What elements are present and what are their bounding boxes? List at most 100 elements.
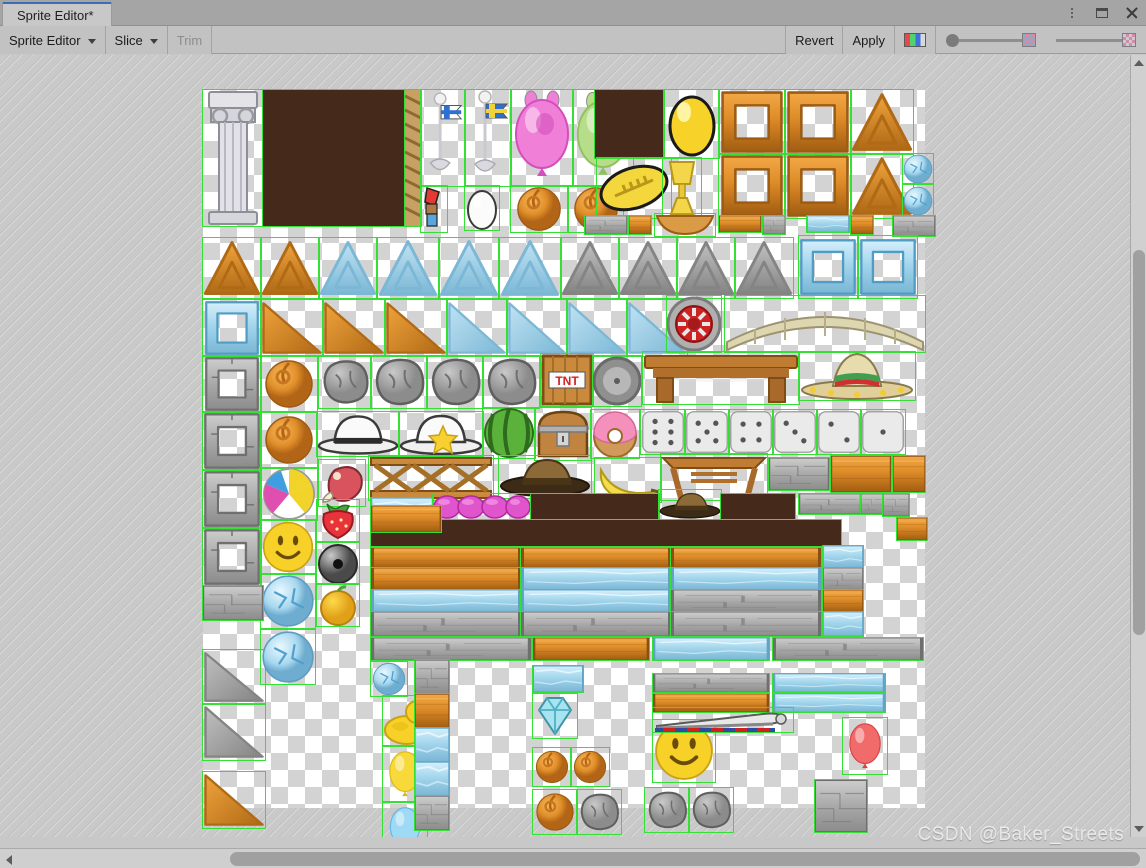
egg-gold-sprite[interactable]	[664, 89, 720, 159]
watermelon-sprite[interactable]	[482, 407, 536, 459]
ice-block-1[interactable]	[414, 727, 450, 763]
tnt-crate-sprite[interactable]: TNT	[540, 353, 594, 407]
bomb-sprite[interactable]	[316, 541, 360, 585]
stone-frame-3[interactable]	[202, 469, 262, 529]
stone-slope-2[interactable]	[202, 703, 266, 761]
hat-white-2[interactable]	[398, 411, 484, 457]
strawberry-sprite[interactable]	[316, 499, 360, 543]
ice-ball-2[interactable]	[902, 183, 934, 219]
wood-plank-2[interactable]	[892, 455, 926, 493]
trophy-sprite[interactable]	[662, 157, 702, 219]
dice-5-sprite[interactable]	[684, 409, 730, 455]
egg-white-sprite[interactable]	[464, 185, 500, 231]
stone-triangle-1[interactable]	[560, 237, 620, 299]
rock-4[interactable]	[482, 355, 540, 409]
pumpkin-sprite-1[interactable]	[510, 185, 568, 233]
wood-triangle-4[interactable]	[260, 237, 320, 299]
rope-sprite[interactable]	[404, 89, 422, 227]
rock-6[interactable]	[688, 787, 734, 833]
brown-block-large[interactable]	[262, 89, 406, 227]
stone-plank-5[interactable]	[202, 585, 264, 621]
donut-sprite[interactable]	[590, 409, 640, 459]
hat-brown-2[interactable]	[658, 489, 722, 521]
caterpillar-sprite[interactable]	[432, 493, 532, 521]
wood-plank-tiny-2[interactable]	[718, 215, 762, 233]
close-icon[interactable]	[1124, 5, 1140, 21]
wood-beam-1[interactable]	[370, 547, 522, 569]
alpha-slider-track[interactable]	[959, 38, 1022, 42]
wood-plank-4[interactable]	[822, 589, 864, 613]
slice-dropdown[interactable]: Slice	[105, 26, 168, 54]
ice-frame-1[interactable]	[798, 235, 858, 299]
ice-triangle-2[interactable]	[376, 237, 440, 299]
wood-bowl-sprite[interactable]	[654, 213, 716, 237]
stone-beam-4[interactable]	[670, 611, 822, 637]
alpha-slider-knob[interactable]	[946, 33, 959, 47]
ice-frame-3[interactable]	[202, 299, 262, 357]
stone-plank-2[interactable]	[798, 493, 862, 515]
stone-plank-6[interactable]	[822, 567, 864, 591]
wood-frame-1[interactable]	[718, 89, 786, 155]
vertical-scrollbar[interactable]	[1130, 55, 1146, 837]
beachball-sprite[interactable]	[260, 467, 318, 521]
pillar-sprite[interactable]	[202, 89, 264, 227]
stone-block-2[interactable]	[414, 795, 450, 831]
ice-plank-5[interactable]	[532, 665, 584, 693]
ice-beam-3[interactable]	[370, 589, 522, 613]
wood-block-2[interactable]	[532, 789, 578, 835]
zoom-slider-track[interactable]	[1056, 38, 1122, 42]
ice-plank-4[interactable]	[822, 611, 864, 637]
flag-yellow-sprite[interactable]	[464, 89, 512, 187]
horizontal-scrollbar-thumb[interactable]	[230, 852, 1140, 866]
stone-frame-1[interactable]	[202, 355, 262, 413]
pumpkin-sprite-3[interactable]	[532, 747, 572, 787]
wood-slope-1[interactable]	[260, 299, 324, 357]
wood-plank-tiny-3[interactable]	[850, 215, 874, 235]
ice-slope-3[interactable]	[566, 299, 628, 357]
sprite-editor-dropdown[interactable]: Sprite Editor	[0, 26, 106, 54]
stone-triangle-4[interactable]	[734, 237, 794, 299]
stone-slope-1[interactable]	[202, 649, 266, 705]
stone-plank-4[interactable]	[882, 493, 910, 517]
horizontal-scrollbar[interactable]	[0, 848, 1146, 868]
wood-frame-3[interactable]	[718, 153, 786, 219]
barrel-wood-2[interactable]	[260, 411, 318, 469]
wood-slope-4[interactable]	[202, 771, 266, 829]
wood-triangle-3[interactable]	[202, 237, 262, 299]
wood-slope-2[interactable]	[322, 299, 386, 357]
stone-frame-4[interactable]	[202, 527, 262, 587]
tab-sprite-editor[interactable]: Sprite Editor*	[2, 2, 112, 26]
stone-beam-7[interactable]	[652, 673, 770, 693]
hat-white-1[interactable]	[316, 411, 400, 457]
balloon-red-sprite[interactable]	[842, 717, 888, 775]
brown-beam-1[interactable]	[530, 493, 660, 521]
dice-2-sprite[interactable]	[816, 409, 862, 455]
rock-1[interactable]	[318, 355, 372, 409]
bat-sprite[interactable]	[652, 707, 794, 733]
ice-beam-5[interactable]	[652, 637, 770, 661]
stone-plank-1[interactable]	[768, 457, 830, 491]
ice-block-2[interactable]	[414, 761, 450, 797]
dice-6-sprite[interactable]	[640, 409, 686, 455]
wood-beam-4[interactable]	[370, 567, 522, 591]
ice-frame-2[interactable]	[858, 235, 918, 299]
rock-3[interactable]	[426, 355, 484, 409]
wood-block-1[interactable]	[414, 693, 450, 729]
stone-beam-6[interactable]	[772, 637, 924, 661]
hat-brown-1[interactable]	[498, 455, 592, 499]
brown-block-small[interactable]	[594, 89, 664, 159]
wheel-red-sprite[interactable]	[666, 295, 722, 353]
stone-beam-2[interactable]	[370, 611, 522, 637]
maximize-icon[interactable]	[1094, 5, 1110, 21]
pumpkin-sprite-4[interactable]	[570, 747, 610, 787]
sombrero-sprite[interactable]	[798, 351, 916, 401]
ice-plank-3[interactable]	[822, 545, 864, 569]
ice-beam-2[interactable]	[670, 567, 822, 591]
sprite-sheet-canvas[interactable]: TNT	[202, 89, 936, 837]
wood-frame-2[interactable]	[784, 89, 852, 155]
wood-frame-4[interactable]	[784, 153, 852, 219]
ice-triangle-3[interactable]	[438, 237, 500, 299]
orange-fruit-sprite[interactable]	[316, 583, 360, 627]
rock-2[interactable]	[370, 355, 428, 409]
stone-frame-2[interactable]	[202, 411, 262, 471]
